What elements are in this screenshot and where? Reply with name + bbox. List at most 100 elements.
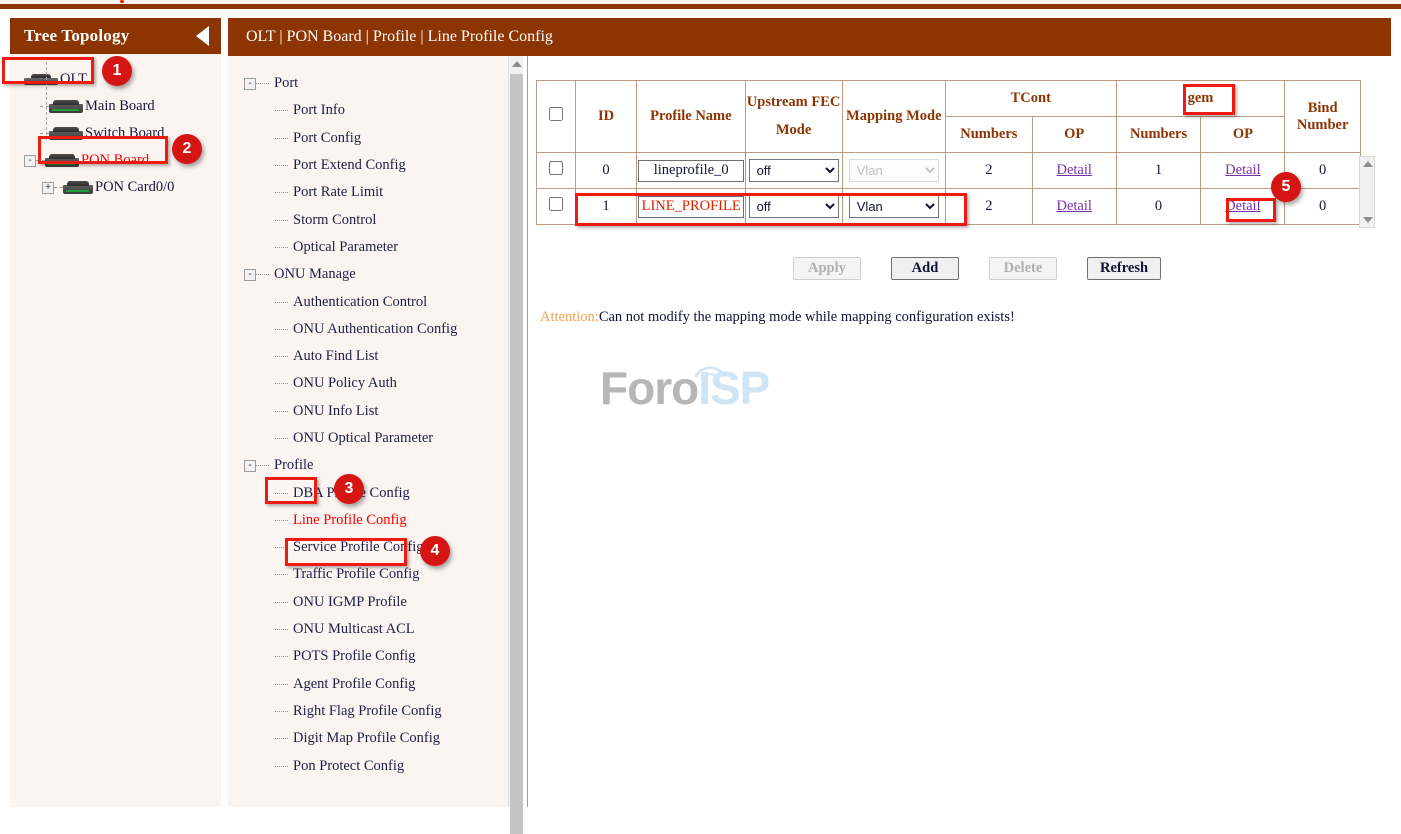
menu-connector bbox=[275, 356, 288, 357]
menu-connector bbox=[275, 574, 288, 575]
table-scrollbar[interactable] bbox=[1359, 156, 1375, 228]
tree-node-label: Main Board bbox=[85, 98, 155, 115]
menu-item-storm-control[interactable]: Storm Control bbox=[228, 206, 521, 233]
row-checkbox[interactable] bbox=[549, 161, 563, 175]
menu-scrollbar[interactable] bbox=[508, 56, 523, 807]
menu-connector bbox=[275, 684, 288, 685]
menu-item-auto-find-list[interactable]: Auto Find List bbox=[228, 343, 521, 370]
menu-group-profile[interactable]: - Profile bbox=[228, 452, 521, 479]
line-profile-table: ID Profile Name Upstream FEC Mode Mappin… bbox=[536, 80, 1361, 225]
menu-item-traffic-profile-config[interactable]: Traffic Profile Config bbox=[228, 561, 521, 588]
menu-item-right-flag-profile-config[interactable]: Right Flag Profile Config bbox=[228, 698, 521, 725]
menu-item-label: Storm Control bbox=[293, 212, 376, 229]
menu-scrollbar-thumb[interactable] bbox=[510, 74, 523, 834]
menu-item-service-profile-config[interactable]: Service Profile Config bbox=[228, 534, 521, 561]
table-row[interactable]: 1 off Vlan 2 bbox=[537, 189, 1361, 225]
menu-item-agent-profile-config[interactable]: Agent Profile Config bbox=[228, 671, 521, 698]
menu-item-port-rate-limit[interactable]: Port Rate Limit bbox=[228, 179, 521, 206]
menu-connector bbox=[275, 711, 288, 712]
breadcrumb-text: OLT | PON Board | Profile | Line Profile… bbox=[246, 28, 553, 46]
attention-label: Attention: bbox=[540, 309, 599, 325]
menu-item-onu-info-list[interactable]: ONU Info List bbox=[228, 398, 521, 425]
menu-item-optical-parameter[interactable]: Optical Parameter bbox=[228, 234, 521, 261]
menu-item-label: ONU Multicast ACL bbox=[293, 621, 415, 638]
menu-item-pon-protect-config[interactable]: Pon Protect Config bbox=[228, 752, 521, 779]
menu-connector bbox=[256, 274, 269, 275]
navigation-menu-panel: - Port Port Info Port Config Port Extend… bbox=[228, 56, 521, 807]
cell-tcont-numbers: 2 bbox=[945, 153, 1032, 189]
scroll-down-arrow-icon[interactable] bbox=[1363, 217, 1373, 223]
menu-item-onu-multicast-acl[interactable]: ONU Multicast ACL bbox=[228, 616, 521, 643]
tree-node-label: PON Board bbox=[81, 152, 149, 169]
menu-item-line-profile-config[interactable]: Line Profile Config bbox=[228, 507, 521, 534]
mapping-mode-select[interactable]: Vlan bbox=[849, 195, 939, 218]
menu-item-label: Pon Protect Config bbox=[293, 758, 404, 775]
menu-group-port[interactable]: - Port bbox=[228, 70, 521, 97]
row-checkbox[interactable] bbox=[549, 197, 563, 211]
col-header-upstream-fec-line1: Upstream FEC bbox=[747, 89, 841, 117]
col-header-tcont: TCont bbox=[945, 81, 1116, 117]
tree-expander-expand-icon[interactable]: + bbox=[42, 182, 54, 194]
menu-expander-icon[interactable]: - bbox=[244, 78, 256, 90]
menu-connector bbox=[275, 493, 288, 494]
table-header-row-1: ID Profile Name Upstream FEC Mode Mappin… bbox=[537, 81, 1361, 117]
menu-item-label: Port Extend Config bbox=[293, 157, 406, 174]
menu-item-onu-authentication-config[interactable]: ONU Authentication Config bbox=[228, 316, 521, 343]
tree-connector bbox=[40, 106, 49, 107]
board-device-icon bbox=[45, 154, 79, 167]
table-body: 0 off Vlan 2 bbox=[537, 153, 1361, 225]
menu-item-label: Optical Parameter bbox=[293, 239, 398, 256]
menu-item-port-info[interactable]: Port Info bbox=[228, 97, 521, 124]
scroll-up-arrow-icon[interactable] bbox=[512, 61, 522, 67]
upstream-fec-select[interactable]: off bbox=[749, 159, 839, 182]
tree-node-label: OLT bbox=[60, 71, 87, 88]
tree-connector bbox=[36, 160, 45, 161]
menu-item-authentication-control[interactable]: Authentication Control bbox=[228, 288, 521, 315]
tcont-detail-link[interactable]: Detail bbox=[1056, 162, 1091, 178]
menu-item-label: Port bbox=[274, 75, 298, 92]
tree-topology-header: Tree Topology bbox=[10, 18, 221, 54]
menu-item-port-config[interactable]: Port Config bbox=[228, 125, 521, 152]
menu-item-dba-profile-config[interactable]: DBA Profile Config bbox=[228, 479, 521, 506]
profile-name-input[interactable] bbox=[638, 160, 744, 182]
apply-button[interactable]: Apply bbox=[793, 257, 861, 280]
callout-badge-2: 2 bbox=[172, 134, 202, 164]
menu-item-onu-optical-parameter[interactable]: ONU Optical Parameter bbox=[228, 425, 521, 452]
menu-item-onu-policy-auth[interactable]: ONU Policy Auth bbox=[228, 370, 521, 397]
add-button[interactable]: Add bbox=[891, 257, 959, 280]
menu-connector bbox=[275, 220, 288, 221]
cell-mapping-mode: Vlan bbox=[842, 153, 945, 189]
scroll-up-arrow-icon[interactable] bbox=[1363, 161, 1373, 167]
callout-badge-1: 1 bbox=[102, 56, 132, 86]
menu-item-label: Service Profile Config bbox=[293, 539, 423, 556]
menu-connector bbox=[275, 247, 288, 248]
gem-detail-link[interactable]: Detail bbox=[1225, 162, 1260, 178]
menu-item-port-extend-config[interactable]: Port Extend Config bbox=[228, 152, 521, 179]
menu-group-onu-manage[interactable]: - ONU Manage bbox=[228, 261, 521, 288]
callout-badge-4: 4 bbox=[420, 536, 450, 566]
board-device-icon bbox=[63, 181, 93, 194]
menu-item-pots-profile-config[interactable]: POTS Profile Config bbox=[228, 643, 521, 670]
gem-detail-link[interactable]: Detail bbox=[1225, 198, 1260, 214]
table-row[interactable]: 0 off Vlan 2 bbox=[537, 153, 1361, 189]
tree-node-pon-card[interactable]: + PON Card0/0 bbox=[10, 174, 221, 201]
menu-item-onu-igmp-profile[interactable]: ONU IGMP Profile bbox=[228, 589, 521, 616]
tcont-detail-link[interactable]: Detail bbox=[1056, 198, 1091, 214]
delete-button[interactable]: Delete bbox=[989, 257, 1057, 280]
select-all-checkbox[interactable] bbox=[549, 107, 563, 121]
menu-expander-icon[interactable]: - bbox=[244, 269, 256, 281]
menu-connector bbox=[275, 520, 288, 521]
upstream-fec-select[interactable]: off bbox=[749, 195, 839, 218]
tree-expander-collapse-icon[interactable]: - bbox=[24, 155, 36, 167]
olt-device-icon bbox=[24, 74, 58, 85]
menu-item-digit-map-profile-config[interactable]: Digit Map Profile Config bbox=[228, 725, 521, 752]
menu-connector bbox=[256, 83, 269, 84]
menu-connector bbox=[275, 110, 288, 111]
tree-node-label: Switch Board bbox=[85, 125, 164, 142]
tree-node-main-board[interactable]: Main Board bbox=[10, 93, 221, 120]
menu-connector bbox=[275, 438, 288, 439]
menu-expander-icon[interactable]: - bbox=[244, 460, 256, 472]
profile-name-input[interactable] bbox=[638, 196, 744, 218]
triangle-left-icon[interactable] bbox=[196, 26, 209, 46]
refresh-button[interactable]: Refresh bbox=[1087, 257, 1161, 280]
